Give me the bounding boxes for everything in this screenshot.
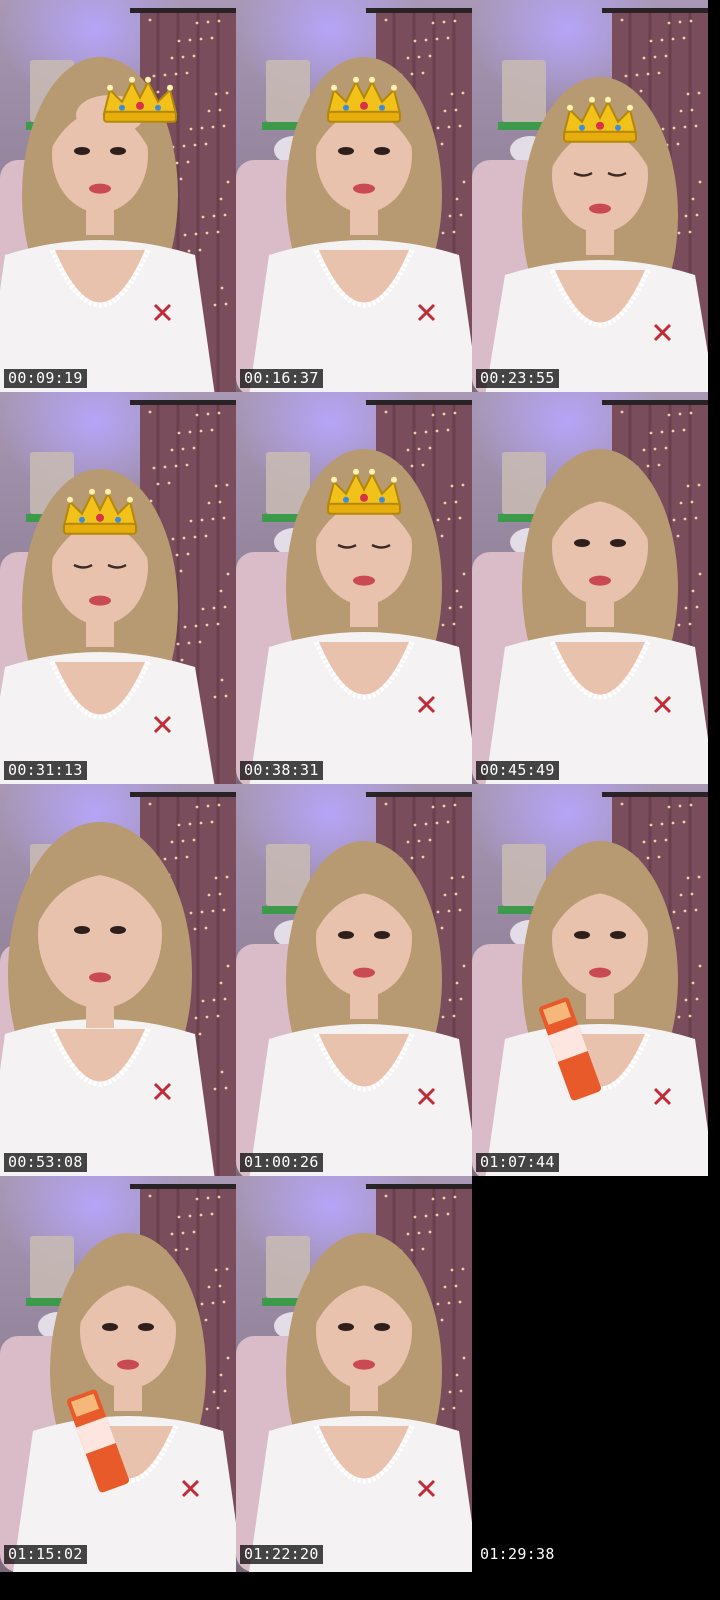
video-thumbnail[interactable]: 00:23:55 xyxy=(472,0,708,396)
video-thumbnail[interactable]: 00:45:49 xyxy=(472,392,708,788)
timestamp-label: 01:07:44 xyxy=(476,1153,559,1172)
video-thumbnail[interactable]: 01:15:02 xyxy=(0,1176,236,1572)
video-frame-image xyxy=(0,784,236,1180)
video-frame-image xyxy=(236,1176,472,1572)
timestamp-label: 01:00:26 xyxy=(240,1153,323,1172)
video-frame-image xyxy=(236,392,472,788)
timestamp-label: 01:22:20 xyxy=(240,1545,323,1564)
timestamp-label: 00:38:31 xyxy=(240,761,323,780)
video-frame-image xyxy=(472,784,708,1180)
video-thumbnail[interactable]: 01:22:20 xyxy=(236,1176,472,1572)
video-frame-image xyxy=(472,0,708,396)
video-thumbnail[interactable]: 00:53:08 xyxy=(0,784,236,1180)
video-thumbnail[interactable]: 00:38:31 xyxy=(236,392,472,788)
timestamp-label: 00:16:37 xyxy=(240,369,323,388)
video-frame-image xyxy=(0,1176,236,1572)
timestamp-label: 00:23:55 xyxy=(476,369,559,388)
video-thumbnail[interactable]: 01:07:44 xyxy=(472,784,708,1180)
video-thumbnail[interactable]: 01:29:38 xyxy=(472,1176,708,1572)
video-thumbnail[interactable]: 01:00:26 xyxy=(236,784,472,1180)
timestamp-label: 00:31:13 xyxy=(4,761,87,780)
timestamp-label: 01:29:38 xyxy=(480,1545,555,1563)
video-frame-image xyxy=(236,0,472,396)
timestamp-label: 00:09:19 xyxy=(4,369,87,388)
video-frame-image xyxy=(472,392,708,788)
video-thumbnail[interactable]: 00:09:19 xyxy=(0,0,236,396)
thumbnail-grid: 00:09:19 00:16:37 00:23:55 00:31:13 00:3… xyxy=(0,0,720,1600)
video-thumbnail[interactable]: 00:31:13 xyxy=(0,392,236,788)
video-frame-image xyxy=(0,392,236,788)
timestamp-label: 01:15:02 xyxy=(4,1545,87,1564)
video-frame-image xyxy=(0,0,236,396)
video-thumbnail[interactable]: 00:16:37 xyxy=(236,0,472,396)
timestamp-label: 00:53:08 xyxy=(4,1153,87,1172)
timestamp-label: 00:45:49 xyxy=(476,761,559,780)
video-frame-image xyxy=(236,784,472,1180)
